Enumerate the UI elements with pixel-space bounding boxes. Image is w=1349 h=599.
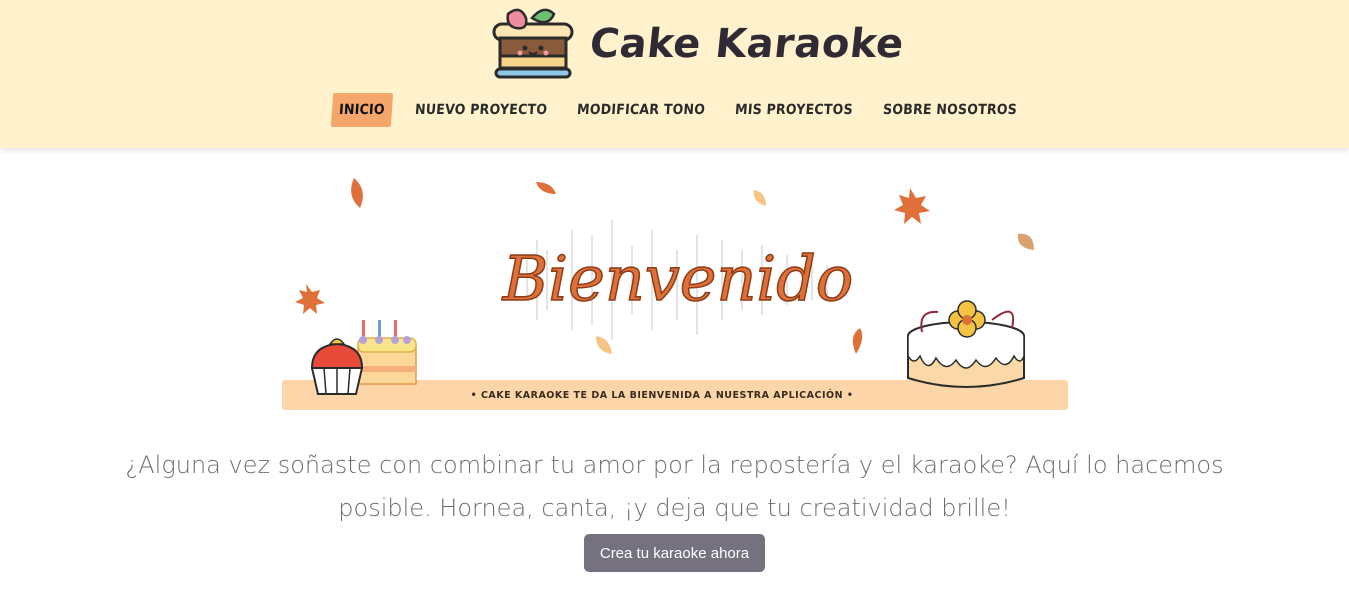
nav-item-modificar-tono[interactable]: MODIFICAR TONO — [569, 93, 713, 127]
brand-name: Cake Karaoke — [587, 21, 907, 67]
brand[interactable]: Cake Karaoke — [492, 6, 907, 82]
flower-cake-illustration — [907, 300, 1025, 388]
cake-logo-icon — [492, 8, 574, 79]
banner-title: Bienvenido — [502, 242, 854, 315]
banner-tagline: • CAKE KARAOKE TE DA LA BIENVENIDA A NUE… — [471, 389, 854, 401]
site-header: Cake Karaoke INICIO NUEVO PROYECTO MODIF… — [0, 0, 1349, 148]
cupcake-illustration — [310, 338, 364, 395]
birthday-cake-illustration — [357, 320, 417, 385]
main-nav: INICIO NUEVO PROYECTO MODIFICAR TONO MIS… — [330, 91, 1040, 128]
nav-item-inicio[interactable]: INICIO — [330, 92, 393, 127]
nav-item-mis-proyectos[interactable]: MIS PROYECTOS — [727, 93, 861, 127]
nav-item-nuevo-proyecto[interactable]: NUEVO PROYECTO — [407, 93, 556, 127]
nav-item-sobre-nosotros[interactable]: SOBRE NOSOTROS — [875, 93, 1025, 127]
create-karaoke-button[interactable]: Crea tu karaoke ahora — [584, 534, 765, 572]
intro-paragraph: ¿Alguna vez soñaste con combinar tu amor… — [125, 451, 1224, 522]
welcome-banner: • CAKE KARAOKE TE DA LA BIENVENIDA A NUE… — [282, 178, 1068, 410]
